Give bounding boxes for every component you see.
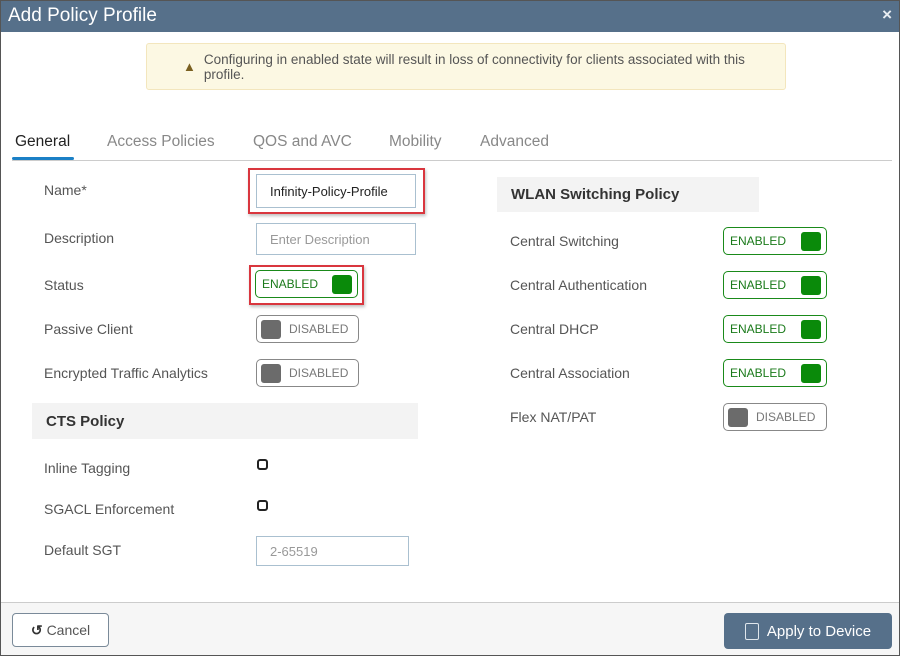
dialog-border bbox=[0, 0, 900, 656]
